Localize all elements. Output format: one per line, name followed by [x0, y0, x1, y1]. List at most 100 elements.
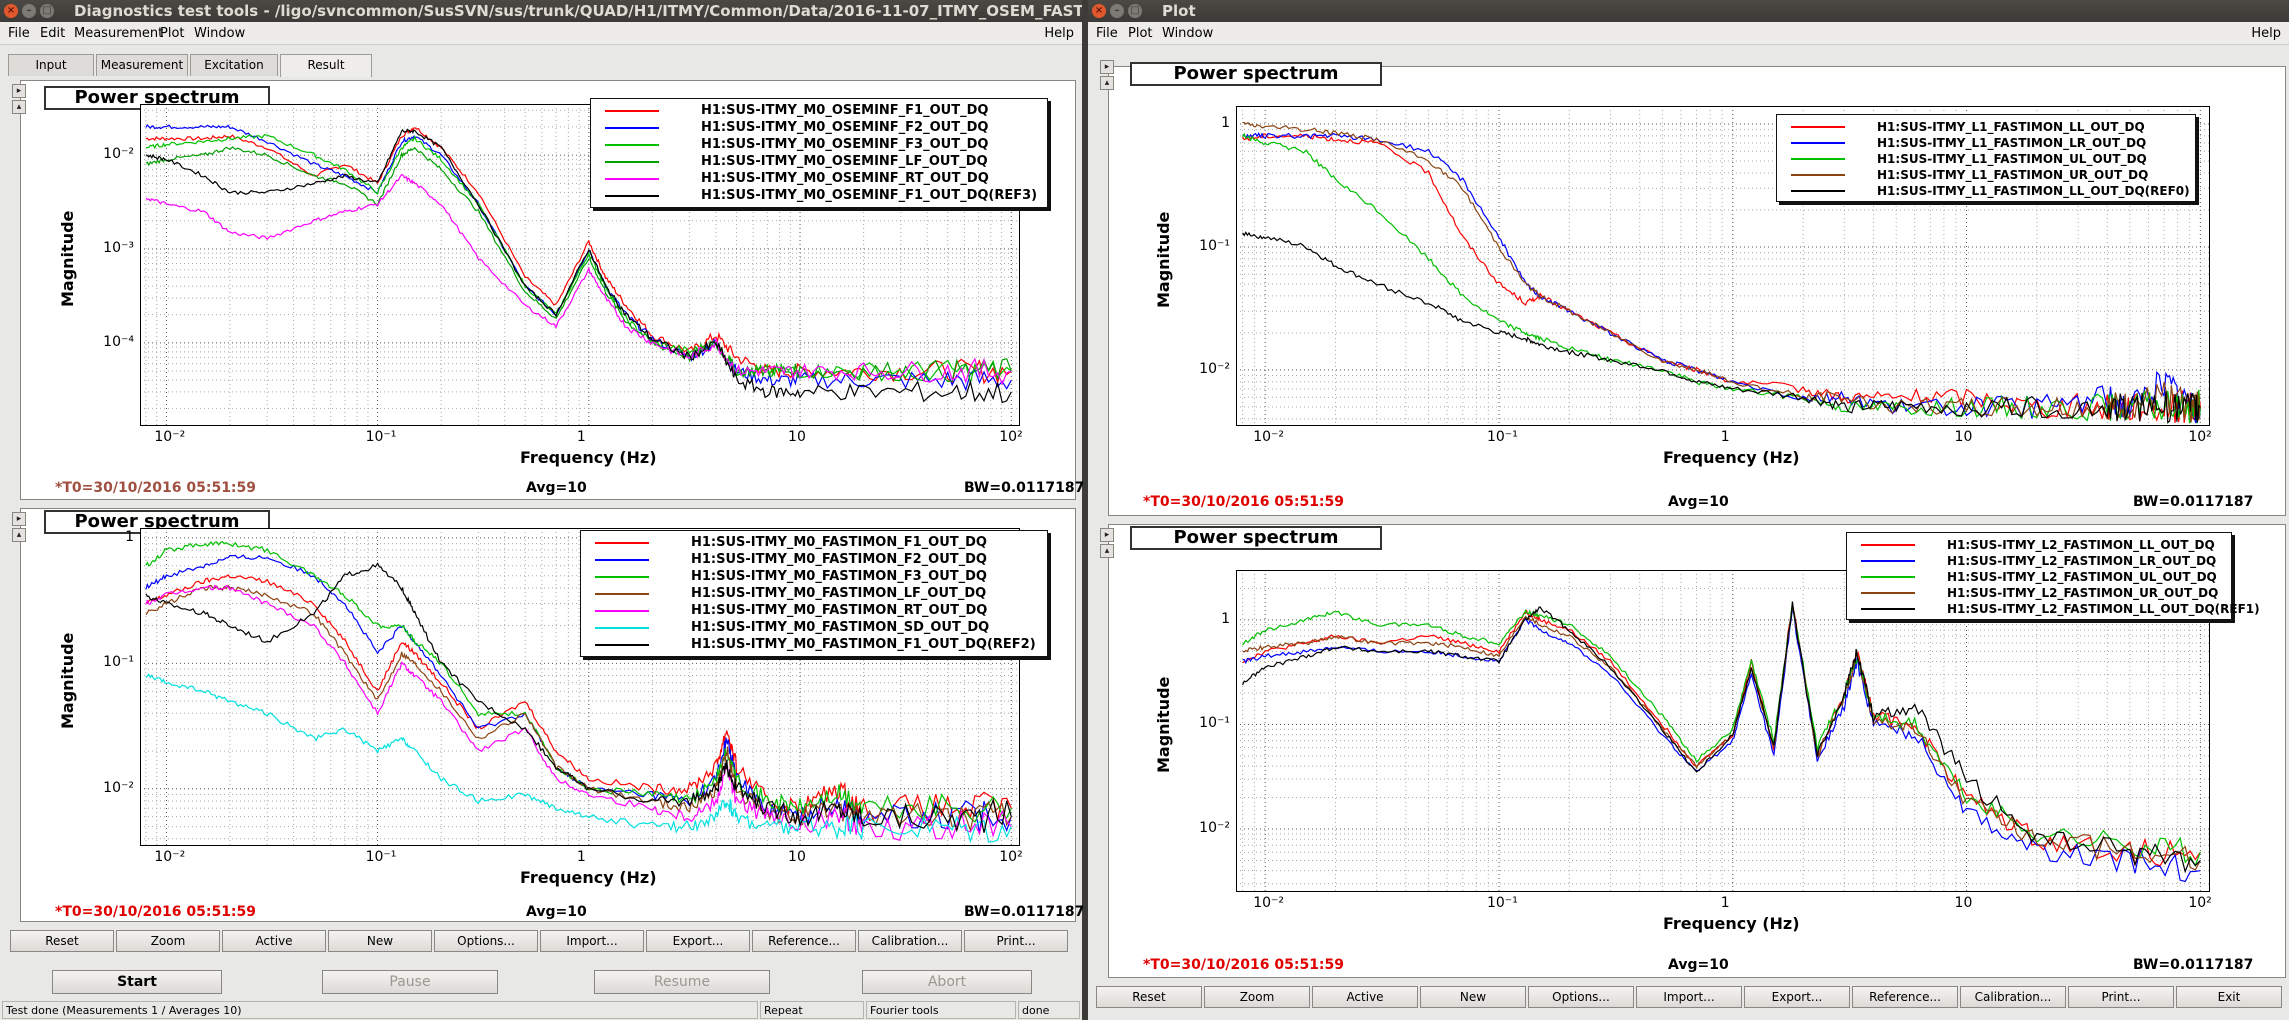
legend-swatch: [605, 110, 659, 112]
collapse-arrow-icon[interactable]: ▴: [12, 100, 26, 114]
window-title: Plot: [1162, 2, 1196, 20]
start-time-label: *T0=30/10/2016 05:51:59: [1143, 957, 1345, 973]
legend-swatch: [605, 161, 659, 163]
x-tick-label: 10⁻²: [154, 429, 186, 445]
menu-help[interactable]: Help: [1044, 22, 1074, 45]
legend-swatch: [595, 542, 649, 544]
options-button[interactable]: Options...: [434, 930, 538, 952]
menu-plot[interactable]: Plot: [160, 22, 185, 45]
panel-side-buttons: ▸ ▴: [1100, 60, 1114, 92]
legend-swatch: [1861, 592, 1915, 594]
legend-item: H1:SUS-ITMY_L1_FASTIMON_UR_OUT_DQ: [1777, 167, 2197, 183]
x-axis-title: Frequency (Hz): [1663, 448, 1800, 467]
reference-button[interactable]: Reference...: [752, 930, 856, 952]
tab-measurement[interactable]: Measurement: [96, 54, 188, 76]
y-axis-title: Magnitude: [58, 632, 77, 729]
menu-file[interactable]: File: [8, 22, 30, 45]
legend-swatch: [595, 627, 649, 629]
x-tick-label: 10⁻¹: [1486, 429, 1518, 445]
panel-side-buttons: ▸ ▴: [1100, 528, 1114, 560]
menu-window[interactable]: Window: [194, 22, 245, 45]
menu-help[interactable]: Help: [2251, 22, 2281, 45]
new-button[interactable]: New: [1420, 986, 1526, 1008]
reset-button[interactable]: Reset: [10, 930, 114, 952]
calibration-button[interactable]: Calibration...: [1960, 986, 2066, 1008]
legend-swatch: [1791, 142, 1845, 144]
exit-button[interactable]: Exit: [2176, 986, 2282, 1008]
legend-label: H1:SUS-ITMY_L2_FASTIMON_LL_OUT_DQ(REF1): [1947, 602, 2260, 616]
series-line-0: [1242, 604, 2201, 867]
y-tick-label: 10⁻²: [1199, 360, 1230, 377]
legend-item: H1:SUS-ITMY_M0_FASTIMON_LF_OUT_DQ: [581, 586, 1049, 602]
status-fourier-tools: Fourier tools: [866, 1001, 1016, 1019]
tab-result[interactable]: Result: [280, 54, 372, 77]
active-button[interactable]: Active: [1312, 986, 1418, 1008]
collapse-arrow-icon[interactable]: ▴: [12, 528, 26, 542]
expand-arrow-icon[interactable]: ▸: [1100, 528, 1114, 542]
maximize-window-button[interactable]: □: [1128, 4, 1142, 18]
start-button[interactable]: Start: [52, 970, 222, 994]
legend-swatch: [1791, 190, 1845, 192]
menu-window[interactable]: Window: [1162, 22, 1213, 45]
close-window-button[interactable]: ×: [4, 4, 18, 18]
pause-button[interactable]: Pause: [322, 970, 498, 994]
legend-swatch: [1791, 158, 1845, 160]
options-button[interactable]: Options...: [1528, 986, 1634, 1008]
menu-file[interactable]: File: [1096, 22, 1118, 45]
menu-edit[interactable]: Edit: [40, 22, 65, 45]
legend-item: H1:SUS-ITMY_L1_FASTIMON_LR_OUT_DQ: [1777, 135, 2197, 151]
close-window-button[interactable]: ×: [1092, 4, 1106, 18]
legend-swatch: [1861, 560, 1915, 562]
export-button[interactable]: Export...: [1744, 986, 1850, 1008]
expand-arrow-icon[interactable]: ▸: [12, 84, 26, 98]
x-tick-label: 10⁻¹: [365, 849, 397, 865]
print-button[interactable]: Print...: [964, 930, 1068, 952]
menubar: File Plot Window Help: [1088, 22, 2289, 45]
expand-arrow-icon[interactable]: ▸: [12, 512, 26, 526]
maximize-window-button[interactable]: □: [40, 4, 54, 18]
x-tick-label: 10²: [999, 429, 1023, 445]
legend-item: H1:SUS-ITMY_M0_FASTIMON_F3_OUT_DQ: [581, 569, 1049, 585]
average-label: Avg=10: [526, 480, 587, 496]
legend-label: H1:SUS-ITMY_L2_FASTIMON_LL_OUT_DQ: [1947, 538, 2215, 552]
tab-excitation[interactable]: Excitation: [190, 54, 278, 76]
zoom-button[interactable]: Zoom: [116, 930, 220, 952]
expand-arrow-icon[interactable]: ▸: [1100, 60, 1114, 74]
zoom-button[interactable]: Zoom: [1204, 986, 1310, 1008]
minimize-window-button[interactable]: –: [1110, 4, 1124, 18]
legend-swatch: [605, 178, 659, 180]
window-title: Diagnostics test tools - /ligo/svncommon…: [74, 2, 1082, 20]
import-button[interactable]: Import...: [1636, 986, 1742, 1008]
collapse-arrow-icon[interactable]: ▴: [1100, 544, 1114, 558]
legend-label: H1:SUS-ITMY_L2_FASTIMON_LR_OUT_DQ: [1947, 554, 2217, 568]
bandwidth-label: BW=0.0117187: [964, 904, 1085, 920]
y-tick-label: 10⁻¹: [103, 654, 134, 671]
y-axis-title: Magnitude: [58, 210, 77, 307]
abort-button[interactable]: Abort: [862, 970, 1032, 994]
minimize-window-button[interactable]: –: [22, 4, 36, 18]
x-tick-label: 10²: [2188, 429, 2212, 445]
x-tick-label: 10: [1954, 895, 1973, 911]
legend: H1:SUS-ITMY_L1_FASTIMON_LL_OUT_DQ H1:SUS-…: [1776, 114, 2196, 202]
calibration-button[interactable]: Calibration...: [858, 930, 962, 952]
x-axis-title: Frequency (Hz): [520, 868, 657, 887]
legend-label: H1:SUS-ITMY_M0_OSEMINF_F3_OUT_DQ: [701, 137, 989, 152]
menu-plot[interactable]: Plot: [1128, 22, 1153, 45]
active-button[interactable]: Active: [222, 930, 326, 952]
print-button[interactable]: Print...: [2068, 986, 2174, 1008]
export-button[interactable]: Export...: [646, 930, 750, 952]
tab-input[interactable]: Input: [8, 54, 94, 76]
legend: H1:SUS-ITMY_M0_OSEMINF_F1_OUT_DQ H1:SUS-I…: [590, 98, 1048, 208]
resume-button[interactable]: Resume: [594, 970, 770, 994]
collapse-arrow-icon[interactable]: ▴: [1100, 76, 1114, 90]
import-button[interactable]: Import...: [540, 930, 644, 952]
reference-button[interactable]: Reference...: [1852, 986, 1958, 1008]
new-button[interactable]: New: [328, 930, 432, 952]
x-axis-title: Frequency (Hz): [1663, 914, 1800, 933]
menu-measurement[interactable]: Measurement: [74, 22, 163, 45]
legend-swatch: [605, 127, 659, 129]
legend-swatch: [1791, 126, 1845, 128]
reset-button[interactable]: Reset: [1096, 986, 1202, 1008]
start-time-label: *T0=30/10/2016 05:51:59: [55, 480, 257, 496]
x-tick-label: 1: [576, 429, 586, 445]
